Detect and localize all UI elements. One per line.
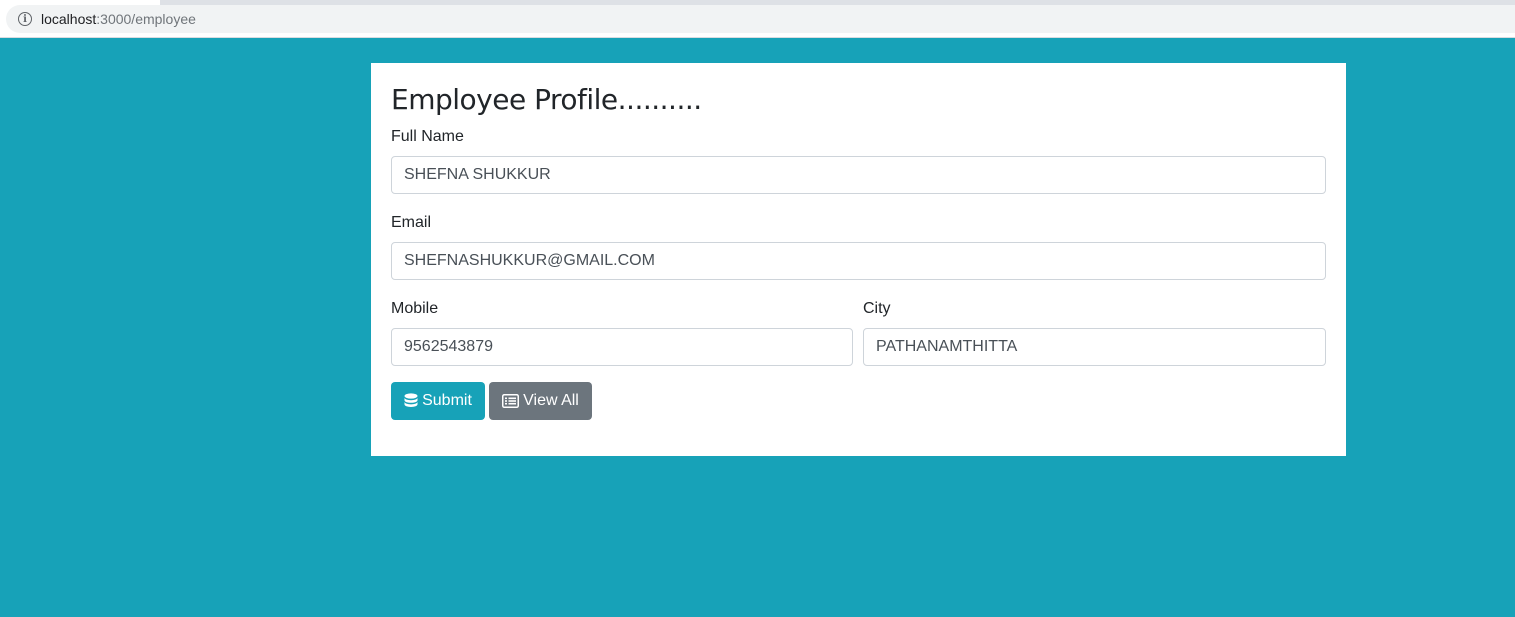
view-all-button[interactable]: View All (489, 382, 592, 420)
city-input[interactable] (863, 328, 1326, 366)
url-path: :3000/employee (96, 11, 196, 27)
url-host: localhost (41, 11, 97, 27)
database-icon (404, 393, 418, 407)
submit-button-label: Submit (422, 392, 472, 409)
submit-button[interactable]: Submit (391, 382, 485, 420)
list-icon (502, 394, 520, 408)
mobile-label: Mobile (391, 300, 439, 317)
browser-toolbar: i localhost:3000/employee (0, 0, 1515, 38)
info-icon[interactable]: i (18, 12, 32, 26)
city-label: City (863, 300, 891, 317)
address-bar[interactable]: i localhost:3000/employee (6, 5, 1515, 33)
email-input[interactable] (391, 242, 1326, 280)
email-label: Email (391, 214, 432, 231)
employee-form-card: Employee Profile.......... Full Name Ema… (371, 63, 1346, 456)
full-name-input[interactable] (391, 156, 1326, 194)
url-text[interactable]: localhost:3000/employee (41, 11, 196, 27)
view-all-button-label: View All (523, 392, 579, 409)
mobile-input[interactable] (391, 328, 853, 366)
page-title: Employee Profile.......... (391, 83, 702, 116)
full-name-label: Full Name (391, 128, 464, 145)
